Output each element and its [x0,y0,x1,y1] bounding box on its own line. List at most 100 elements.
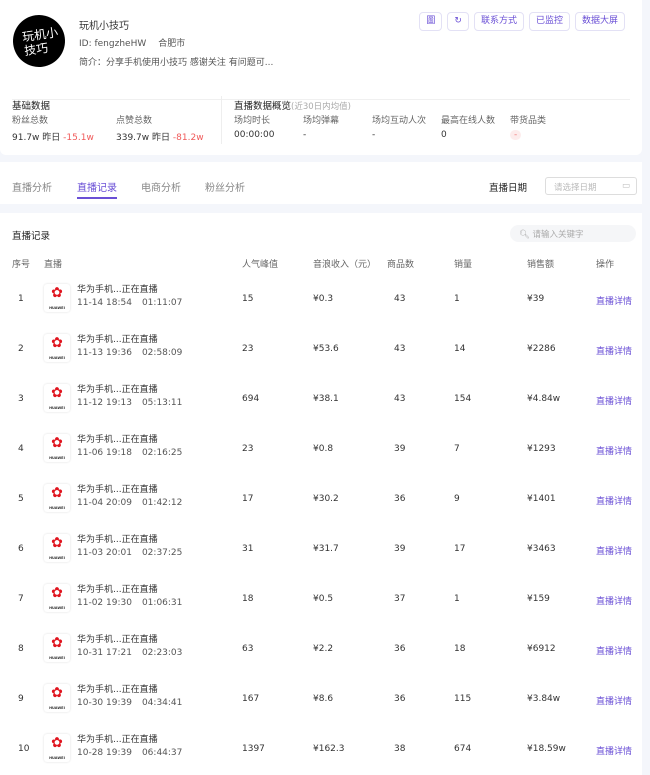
qr-button[interactable]: 圖 [419,12,443,31]
fans-value: 91.7w 昨日 -15.1w [12,133,94,143]
sales-count: 154 [454,394,472,404]
sales-count: 9 [454,494,460,504]
huawei-logo-icon: ✿ HUAWEI [44,384,70,412]
huawei-logo-icon: ✿ HUAWEI [44,534,70,562]
sales-amount: ¥18.59w [527,744,566,754]
stat-value: 0 [441,130,447,140]
live-detail-link[interactable]: 直播详情 [596,394,632,407]
sales-amount: ¥6912 [527,644,556,654]
table-row: 1 ✿ HUAWEI 华为手机...正在直播 11-14 18:54 01:11:0… [0,274,642,324]
peak-viewers: 63 [242,644,254,654]
income: ¥162.3 [313,744,345,754]
sales-count: 1 [454,294,460,304]
sales-amount: ¥1293 [527,444,556,454]
calendar-icon: ▭ [621,181,630,191]
peak-viewers: 694 [242,394,260,404]
col-header: 序号 [12,260,31,270]
big-screen-button[interactable]: 数据大屏 [574,12,625,31]
live-detail-link[interactable]: 直播详情 [596,644,632,657]
search-input[interactable]: 🔍︎ 请输入关键字 [510,225,636,242]
sales-amount: ¥3.84w [527,694,561,704]
row-index: 9 [18,694,24,704]
goods-count: 37 [394,594,406,604]
goods-count: 43 [394,294,406,304]
live-title[interactable]: 华为手机...正在直播 [77,332,158,345]
row-index: 5 [18,494,24,504]
live-title[interactable]: 华为手机...正在直播 [77,432,158,445]
sales-amount: ¥159 [527,594,550,604]
live-detail-link[interactable]: 直播详情 [596,594,632,607]
row-index: 10 [18,744,30,754]
peak-viewers: 23 [242,344,254,354]
live-title[interactable]: 华为手机...正在直播 [77,382,158,395]
sales-count: 7 [454,444,460,454]
live-detail-link[interactable]: 直播详情 [596,694,632,707]
tab-fans-analysis[interactable]: 粉丝分析 [205,179,245,194]
tab-live-analysis[interactable]: 直播分析 [12,179,52,194]
table-row: 7 ✿ HUAWEI 华为手机...正在直播 11-02 19:30 01:06:3… [0,574,642,624]
contact-button[interactable]: 联系方式 [473,12,524,31]
huawei-logo-icon: ✿ HUAWEI [44,634,70,662]
live-duration: 02:37:25 [141,548,183,558]
huawei-logo-icon: ✿ HUAWEI [44,734,70,762]
live-detail-link[interactable]: 直播详情 [596,744,632,757]
table-row: 9 ✿ HUAWEI 华为手机...正在直播 10-30 19:39 04:34:4… [0,674,642,724]
divider [221,96,222,144]
live-title[interactable]: 华为手机...正在直播 [77,482,158,495]
live-title[interactable]: 华为手机...正在直播 [77,532,158,545]
sales-count: 1 [454,594,460,604]
table-row: 10 ✿ HUAWEI 华为手机...正在直播 10-28 19:39 06:44:… [0,724,642,774]
row-index: 4 [18,444,24,454]
sales-count: 17 [454,544,466,554]
col-header: 销售额 [527,260,555,270]
fans-label: 粉丝总数 [12,116,49,126]
list-title: 直播记录 [12,231,51,242]
live-detail-link[interactable]: 直播详情 [596,544,632,557]
live-title[interactable]: 华为手机...正在直播 [77,682,158,695]
income: ¥8.6 [313,694,334,704]
basic-data-title: 基础数据 [12,101,51,112]
live-overview-title: 直播数据概览(近30日内均值) [234,101,351,112]
live-detail-link[interactable]: 直播详情 [596,494,632,507]
row-index: 7 [18,594,24,604]
refresh-button[interactable]: ↻ [447,12,469,31]
date-label: 直播日期 [489,183,528,194]
goods-count: 36 [394,644,406,654]
huawei-logo-icon: ✿ HUAWEI [44,284,70,312]
live-title[interactable]: 华为手机...正在直播 [77,282,158,295]
col-header: 商品数 [387,260,415,270]
live-detail-link[interactable]: 直播详情 [596,294,632,307]
live-date: 10-31 17:21 [77,648,132,658]
income: ¥0.5 [313,594,334,604]
goods-count: 43 [394,394,406,404]
live-title[interactable]: 华为手机...正在直播 [77,582,158,595]
monitored-button[interactable]: 已监控 [528,12,570,31]
live-detail-link[interactable]: 直播详情 [596,444,632,457]
live-title[interactable]: 华为手机...正在直播 [77,732,158,745]
peak-viewers: 31 [242,544,254,554]
peak-viewers: 15 [242,294,254,304]
live-detail-link[interactable]: 直播详情 [596,344,632,357]
row-index: 1 [18,294,24,304]
income: ¥30.2 [313,494,339,504]
likes-value: 339.7w 昨日 -81.2w [116,133,204,143]
col-header: 销量 [454,260,473,270]
row-index: 3 [18,394,24,404]
goods-count: 36 [394,494,406,504]
live-date: 10-28 19:39 [77,748,132,758]
sales-amount: ¥2286 [527,344,556,354]
huawei-logo-icon: ✿ HUAWEI [44,684,70,712]
account-city: 合肥市 [158,39,186,49]
live-title[interactable]: 华为手机...正在直播 [77,632,158,645]
sales-count: 18 [454,644,466,654]
col-header: 操作 [596,260,615,270]
income: ¥0.8 [313,444,334,454]
tab-live-records[interactable]: 直播记录 [77,179,117,199]
date-picker[interactable]: 请选择日期 ▭ [545,177,637,195]
live-records-panel: 直播记录 🔍︎ 请输入关键字 序号 直播 人气峰值 音浪收入（元） 商品数 销量… [0,213,642,775]
tab-ecommerce-analysis[interactable]: 电商分析 [141,179,181,194]
income: ¥38.1 [313,394,339,404]
live-duration: 02:16:25 [141,448,183,458]
account-name: 玩机小技巧 [79,21,129,32]
sales-amount: ¥3463 [527,544,556,554]
